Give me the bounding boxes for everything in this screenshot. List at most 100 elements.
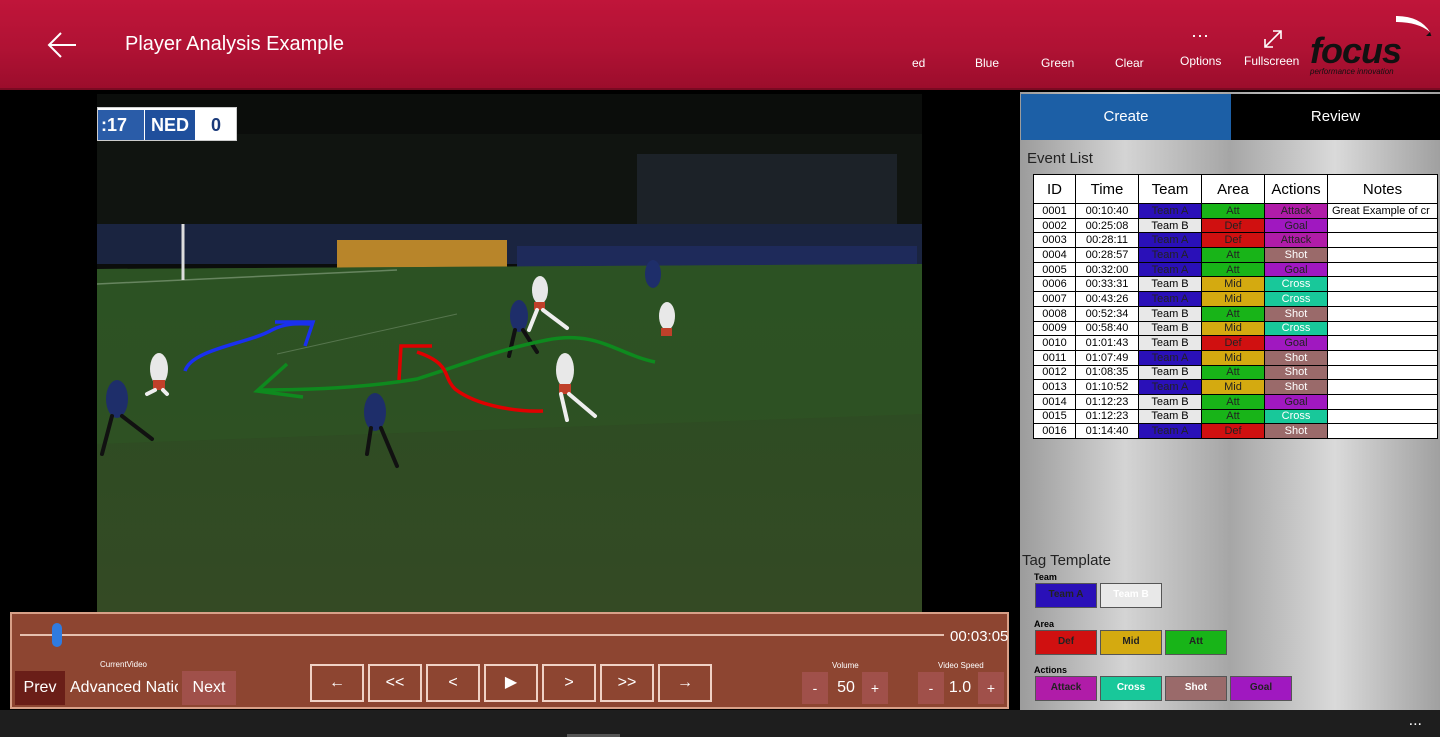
next-video-button[interactable]: Next (182, 671, 236, 705)
event-id-cell[interactable]: 0008 (1033, 305, 1076, 322)
event-team-cell[interactable]: Team A (1138, 261, 1202, 278)
event-time-cell[interactable]: 01:10:52 (1075, 379, 1139, 395)
table-row[interactable]: 0008 00:52:34 Team B Att Shot (1033, 305, 1438, 322)
event-area-cell[interactable]: Att (1201, 261, 1265, 278)
table-row[interactable]: 0007 00:43:26 Team A Mid Cross (1033, 291, 1438, 307)
speed-up-button[interactable]: + (978, 672, 1004, 704)
event-action-cell[interactable]: Shot (1264, 305, 1328, 322)
event-time-cell[interactable]: 00:33:31 (1075, 276, 1139, 293)
back-button[interactable] (44, 28, 80, 62)
event-team-cell[interactable]: Team A (1138, 379, 1202, 395)
event-id-cell[interactable]: 0015 (1033, 408, 1076, 425)
volume-down-button[interactable]: - (802, 672, 828, 704)
event-area-cell[interactable]: Mid (1201, 349, 1265, 366)
event-id-cell[interactable]: 0014 (1033, 393, 1076, 410)
tag-chip[interactable]: Def (1035, 630, 1097, 655)
col-header-actions[interactable]: Actions (1264, 174, 1328, 204)
event-action-cell[interactable]: Goal (1264, 217, 1328, 234)
volume-up-button[interactable]: + (862, 672, 888, 704)
event-team-cell[interactable]: Team A (1138, 247, 1202, 263)
event-id-cell[interactable]: 0003 (1033, 232, 1076, 249)
event-id-cell[interactable]: 0004 (1033, 247, 1076, 263)
event-note-cell[interactable]: Great Example of cr (1327, 203, 1438, 219)
event-time-cell[interactable]: 00:52:34 (1075, 305, 1139, 322)
skip-end-button[interactable]: → (658, 664, 712, 702)
event-time-cell[interactable]: 01:14:40 (1075, 423, 1139, 439)
col-header-team[interactable]: Team (1138, 174, 1202, 204)
event-action-cell[interactable]: Shot (1264, 364, 1328, 381)
tab-create[interactable]: Create (1021, 94, 1231, 140)
tag-chip[interactable]: Mid (1100, 630, 1162, 655)
event-id-cell[interactable]: 0013 (1033, 379, 1076, 395)
event-note-cell[interactable] (1327, 408, 1438, 425)
event-time-cell[interactable]: 00:32:00 (1075, 261, 1139, 278)
event-id-cell[interactable]: 0001 (1033, 203, 1076, 219)
event-team-cell[interactable]: Team B (1138, 335, 1202, 351)
event-id-cell[interactable]: 0005 (1033, 261, 1076, 278)
table-row[interactable]: 0015 01:12:23 Team B Att Cross (1033, 408, 1438, 425)
event-area-cell[interactable]: Def (1201, 335, 1265, 351)
event-note-cell[interactable] (1327, 291, 1438, 307)
event-area-cell[interactable]: Mid (1201, 379, 1265, 395)
event-action-cell[interactable]: Cross (1264, 320, 1328, 337)
event-action-cell[interactable]: Goal (1264, 261, 1328, 278)
event-area-cell[interactable]: Def (1201, 232, 1265, 249)
event-note-cell[interactable] (1327, 232, 1438, 249)
event-action-cell[interactable]: Shot (1264, 349, 1328, 366)
event-note-cell[interactable] (1327, 335, 1438, 351)
table-row[interactable]: 0010 01:01:43 Team B Def Goal (1033, 335, 1438, 351)
event-action-cell[interactable]: Shot (1264, 423, 1328, 439)
tab-review[interactable]: Review (1231, 94, 1440, 140)
more-options-icon[interactable]: ⋯ (1191, 26, 1211, 47)
event-note-cell[interactable] (1327, 247, 1438, 263)
event-team-cell[interactable]: Team B (1138, 305, 1202, 322)
table-row[interactable]: 0004 00:28:57 Team A Att Shot (1033, 247, 1438, 263)
event-id-cell[interactable]: 0011 (1033, 349, 1076, 366)
table-row[interactable]: 0013 01:10:52 Team A Mid Shot (1033, 379, 1438, 395)
event-area-cell[interactable]: Att (1201, 247, 1265, 263)
event-time-cell[interactable]: 01:07:49 (1075, 349, 1139, 366)
fullscreen-button[interactable]: Fullscreen (1244, 54, 1299, 68)
table-row[interactable]: 0009 00:58:40 Team B Mid Cross (1033, 320, 1438, 337)
tag-chip[interactable]: Shot (1165, 676, 1227, 701)
speed-down-button[interactable]: - (918, 672, 944, 704)
options-button[interactable]: Options (1180, 54, 1221, 68)
event-time-cell[interactable]: 00:25:08 (1075, 217, 1139, 234)
event-area-cell[interactable]: Att (1201, 393, 1265, 410)
col-header-time[interactable]: Time (1075, 174, 1139, 204)
event-area-cell[interactable]: Att (1201, 305, 1265, 322)
event-id-cell[interactable]: 0006 (1033, 276, 1076, 293)
event-area-cell[interactable]: Def (1201, 217, 1265, 234)
event-note-cell[interactable] (1327, 393, 1438, 410)
event-note-cell[interactable] (1327, 379, 1438, 395)
event-time-cell[interactable]: 01:12:23 (1075, 393, 1139, 410)
table-row[interactable]: 0012 01:08:35 Team B Att Shot (1033, 364, 1438, 381)
skip-start-button[interactable]: ← (310, 664, 364, 702)
event-note-cell[interactable] (1327, 349, 1438, 366)
fullscreen-icon[interactable] (1262, 28, 1284, 55)
event-note-cell[interactable] (1327, 305, 1438, 322)
tag-chip[interactable]: Team B (1100, 583, 1162, 608)
event-area-cell[interactable]: Mid (1201, 320, 1265, 337)
taskbar-more-icon[interactable]: ... (1409, 712, 1422, 730)
color-red-button[interactable]: ed (912, 56, 925, 70)
event-time-cell[interactable]: 01:12:23 (1075, 408, 1139, 425)
event-team-cell[interactable]: Team A (1138, 232, 1202, 249)
event-time-cell[interactable]: 00:28:57 (1075, 247, 1139, 263)
event-time-cell[interactable]: 01:01:43 (1075, 335, 1139, 351)
step-forward-button[interactable]: > (542, 664, 596, 702)
event-team-cell[interactable]: Team B (1138, 364, 1202, 381)
event-id-cell[interactable]: 0007 (1033, 291, 1076, 307)
event-team-cell[interactable]: Team B (1138, 408, 1202, 425)
event-area-cell[interactable]: Att (1201, 364, 1265, 381)
event-action-cell[interactable]: Cross (1264, 276, 1328, 293)
prev-video-button[interactable]: Prev (15, 671, 65, 705)
event-action-cell[interactable]: Shot (1264, 247, 1328, 263)
play-button[interactable]: ▶ (484, 664, 538, 702)
event-team-cell[interactable]: Team A (1138, 291, 1202, 307)
table-row[interactable]: 0003 00:28:11 Team A Def Attack (1033, 232, 1438, 249)
event-id-cell[interactable]: 0012 (1033, 364, 1076, 381)
step-back-button[interactable]: < (426, 664, 480, 702)
color-blue-button[interactable]: Blue (975, 56, 999, 70)
event-note-cell[interactable] (1327, 364, 1438, 381)
